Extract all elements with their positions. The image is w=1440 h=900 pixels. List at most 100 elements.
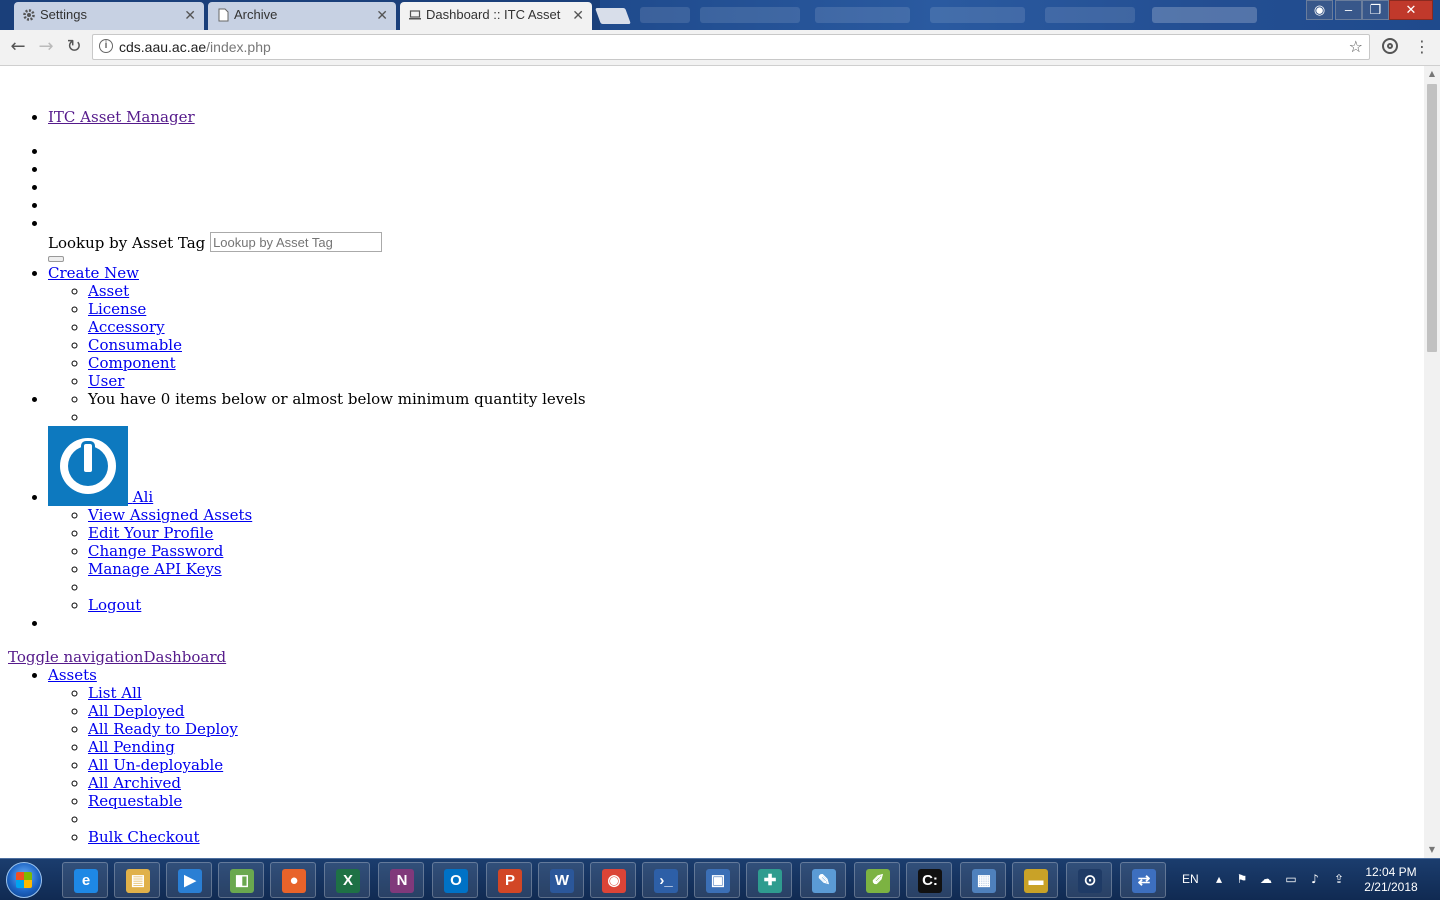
taskbar-app-outlook[interactable]: O xyxy=(432,862,478,898)
tab-archive[interactable]: Archive ✕ xyxy=(208,2,396,30)
assets-pending-link[interactable]: All Pending xyxy=(88,738,175,756)
reload-button[interactable]: ↻ xyxy=(62,36,86,60)
empty-nav-item xyxy=(48,614,1424,632)
empty-nav-item xyxy=(48,214,1424,232)
change-password-link[interactable]: Change Password xyxy=(88,542,223,560)
manage-api-keys-link[interactable]: Manage API Keys xyxy=(88,560,222,578)
taskbar-app-command-prompt[interactable]: C: xyxy=(906,862,952,898)
taskbar-app-notepad-plus[interactable]: ✐ xyxy=(854,862,900,898)
taskbar-app-word[interactable]: W xyxy=(538,862,584,898)
close-icon[interactable]: ✕ xyxy=(572,2,584,28)
assets-link[interactable]: Assets xyxy=(48,666,97,684)
taskbar-app-onenote[interactable]: N xyxy=(378,862,424,898)
url-text[interactable]: cds.aau.ac.ae/index.php xyxy=(119,35,271,59)
create-component-link[interactable]: Component xyxy=(88,354,176,372)
assets-ready-to-deploy-link[interactable]: All Ready to Deploy xyxy=(88,720,238,738)
new-tab-button[interactable] xyxy=(595,8,631,24)
start-button[interactable] xyxy=(6,862,42,898)
empty-nav-item xyxy=(48,160,1424,178)
taskbar-app-excel[interactable]: X xyxy=(324,862,370,898)
taskbar-app-media-player[interactable]: ▶ xyxy=(166,862,212,898)
taskbar-app-firefox[interactable]: ● xyxy=(270,862,316,898)
back-button[interactable]: ← xyxy=(6,36,30,60)
bulk-checkout-link[interactable]: Bulk Checkout xyxy=(88,828,200,846)
taskbar-app-control-panel[interactable]: ▦ xyxy=(960,862,1006,898)
assets-list-all-link[interactable]: List All xyxy=(88,684,142,702)
create-new-menu: Create New Asset License Accessory Consu… xyxy=(48,264,1424,390)
windows-taskbar: e ▤ ▶ ◧ ● X N O P W ◉ ›_ ▣ ✚ ✎ ✐ C: ▦ ▬ ⊙ ⇄ EN ▴ ⚑ ☁ ▭ ♪ ⇪ 1… xyxy=(0,858,1440,900)
empty-nav-item xyxy=(48,142,1424,160)
minimize-button[interactable]: – xyxy=(1335,0,1362,20)
extension-icon[interactable] xyxy=(1382,38,1398,54)
restore-button[interactable]: ❐ xyxy=(1362,0,1389,20)
create-asset-link[interactable]: Asset xyxy=(88,282,129,300)
taskbar-app-network-tool[interactable]: ✚ xyxy=(746,862,792,898)
browser-tabstrip: Settings ✕ Archive ✕ Dashboard :: ITC As… xyxy=(0,0,1440,30)
system-clock[interactable]: 12:04 PM 2/21/2018 xyxy=(1356,865,1426,895)
create-user-link[interactable]: User xyxy=(88,372,124,390)
scroll-down-arrow[interactable]: ▼ xyxy=(1424,842,1440,858)
taskbar-app-scanner[interactable]: ▬ xyxy=(1012,862,1058,898)
view-assigned-assets-link[interactable]: View Assigned Assets xyxy=(88,506,252,524)
action-center-flag-icon[interactable]: ⚑ xyxy=(1235,873,1249,885)
edit-profile-link[interactable]: Edit Your Profile xyxy=(88,524,213,542)
tab-dashboard[interactable]: Dashboard :: ITC Asset M ✕ xyxy=(400,2,592,30)
bookmark-star-icon[interactable]: ☆ xyxy=(1349,35,1363,59)
assets-all-deployed-link[interactable]: All Deployed xyxy=(88,702,184,720)
background-window-title xyxy=(700,7,800,23)
assets-requestable-link[interactable]: Requestable xyxy=(88,792,182,810)
taskbar-app-internet-explorer[interactable]: e xyxy=(62,862,108,898)
create-accessory-link[interactable]: Accessory xyxy=(88,318,165,336)
taskbar-app-remote-desktop[interactable]: ▣ xyxy=(694,862,740,898)
language-indicator[interactable]: EN xyxy=(1182,872,1199,886)
taskbar-app-keepass[interactable]: ⊙ xyxy=(1066,862,1112,898)
assets-undeployable-link[interactable]: All Un-deployable xyxy=(88,756,223,774)
close-window-button[interactable]: ✕ xyxy=(1389,0,1433,20)
taskbar-app-powershell[interactable]: ›_ xyxy=(642,862,688,898)
close-icon[interactable]: ✕ xyxy=(184,2,196,28)
toggle-navigation-link[interactable]: Toggle navigation xyxy=(8,648,143,666)
network-icon[interactable]: ▭ xyxy=(1284,873,1298,885)
show-hidden-icons-icon[interactable]: ▴ xyxy=(1212,873,1226,885)
user-profile-icon[interactable]: ◉ xyxy=(1306,0,1333,20)
scanner-icon: ▬ xyxy=(1024,869,1048,893)
clock-date: 2/21/2018 xyxy=(1364,880,1418,894)
taskbar-app-network-connections[interactable]: ⇄ xyxy=(1120,862,1166,898)
navbar-list xyxy=(0,142,1424,232)
create-consumable-link[interactable]: Consumable xyxy=(88,336,182,354)
onedrive-cloud-icon[interactable]: ☁ xyxy=(1259,873,1273,885)
user-menu-link[interactable]: Ali xyxy=(48,426,154,506)
scrollbar-thumb[interactable] xyxy=(1427,84,1437,352)
taskbar-app-powerpoint[interactable]: P xyxy=(486,862,532,898)
logout-link[interactable]: Logout xyxy=(88,596,141,614)
background-window-title xyxy=(1152,7,1257,23)
brand-link[interactable]: ITC Asset Manager xyxy=(48,108,195,126)
forward-button[interactable]: → xyxy=(34,36,58,60)
dashboard-link[interactable]: Dashboard xyxy=(143,648,226,666)
create-new-link[interactable]: Create New xyxy=(48,264,139,282)
menu-divider xyxy=(88,578,1424,596)
page-scrollbar[interactable]: ▲ ▼ xyxy=(1424,66,1440,858)
browser-menu-icon[interactable]: ⋮ xyxy=(1414,36,1430,58)
avatar[interactable] xyxy=(48,426,128,506)
browser-toolbar: ← → ↻ i cds.aau.ac.ae/index.php ☆ ⋮ xyxy=(0,30,1440,66)
lookup-submit-button[interactable] xyxy=(48,256,64,262)
scroll-up-arrow[interactable]: ▲ xyxy=(1424,66,1440,82)
address-bar[interactable]: i cds.aau.ac.ae/index.php ☆ xyxy=(92,34,1370,60)
user-name: Ali xyxy=(132,488,154,506)
create-license-link[interactable]: License xyxy=(88,300,146,318)
taskbar-app-chrome[interactable]: ◉ xyxy=(590,862,636,898)
taskbar-app-file-explorer[interactable]: ▤ xyxy=(114,862,160,898)
asset-tag-lookup-input[interactable] xyxy=(210,232,383,252)
assets-archived-link[interactable]: All Archived xyxy=(88,774,181,792)
upload-cloud-icon[interactable]: ⇪ xyxy=(1332,873,1346,885)
power-logo-icon xyxy=(60,438,116,494)
close-icon[interactable]: ✕ xyxy=(376,2,388,28)
taskbar-app-paint[interactable]: ✎ xyxy=(800,862,846,898)
tab-settings[interactable]: Settings ✕ xyxy=(14,2,204,30)
info-icon[interactable]: i xyxy=(99,39,113,53)
volume-icon[interactable]: ♪ xyxy=(1308,873,1322,885)
taskbar-app-vsphere-client[interactable]: ◧ xyxy=(218,862,264,898)
tab-title: Dashboard :: ITC Asset M xyxy=(426,7,562,22)
lookup-label: Lookup by Asset Tag xyxy=(48,234,206,252)
